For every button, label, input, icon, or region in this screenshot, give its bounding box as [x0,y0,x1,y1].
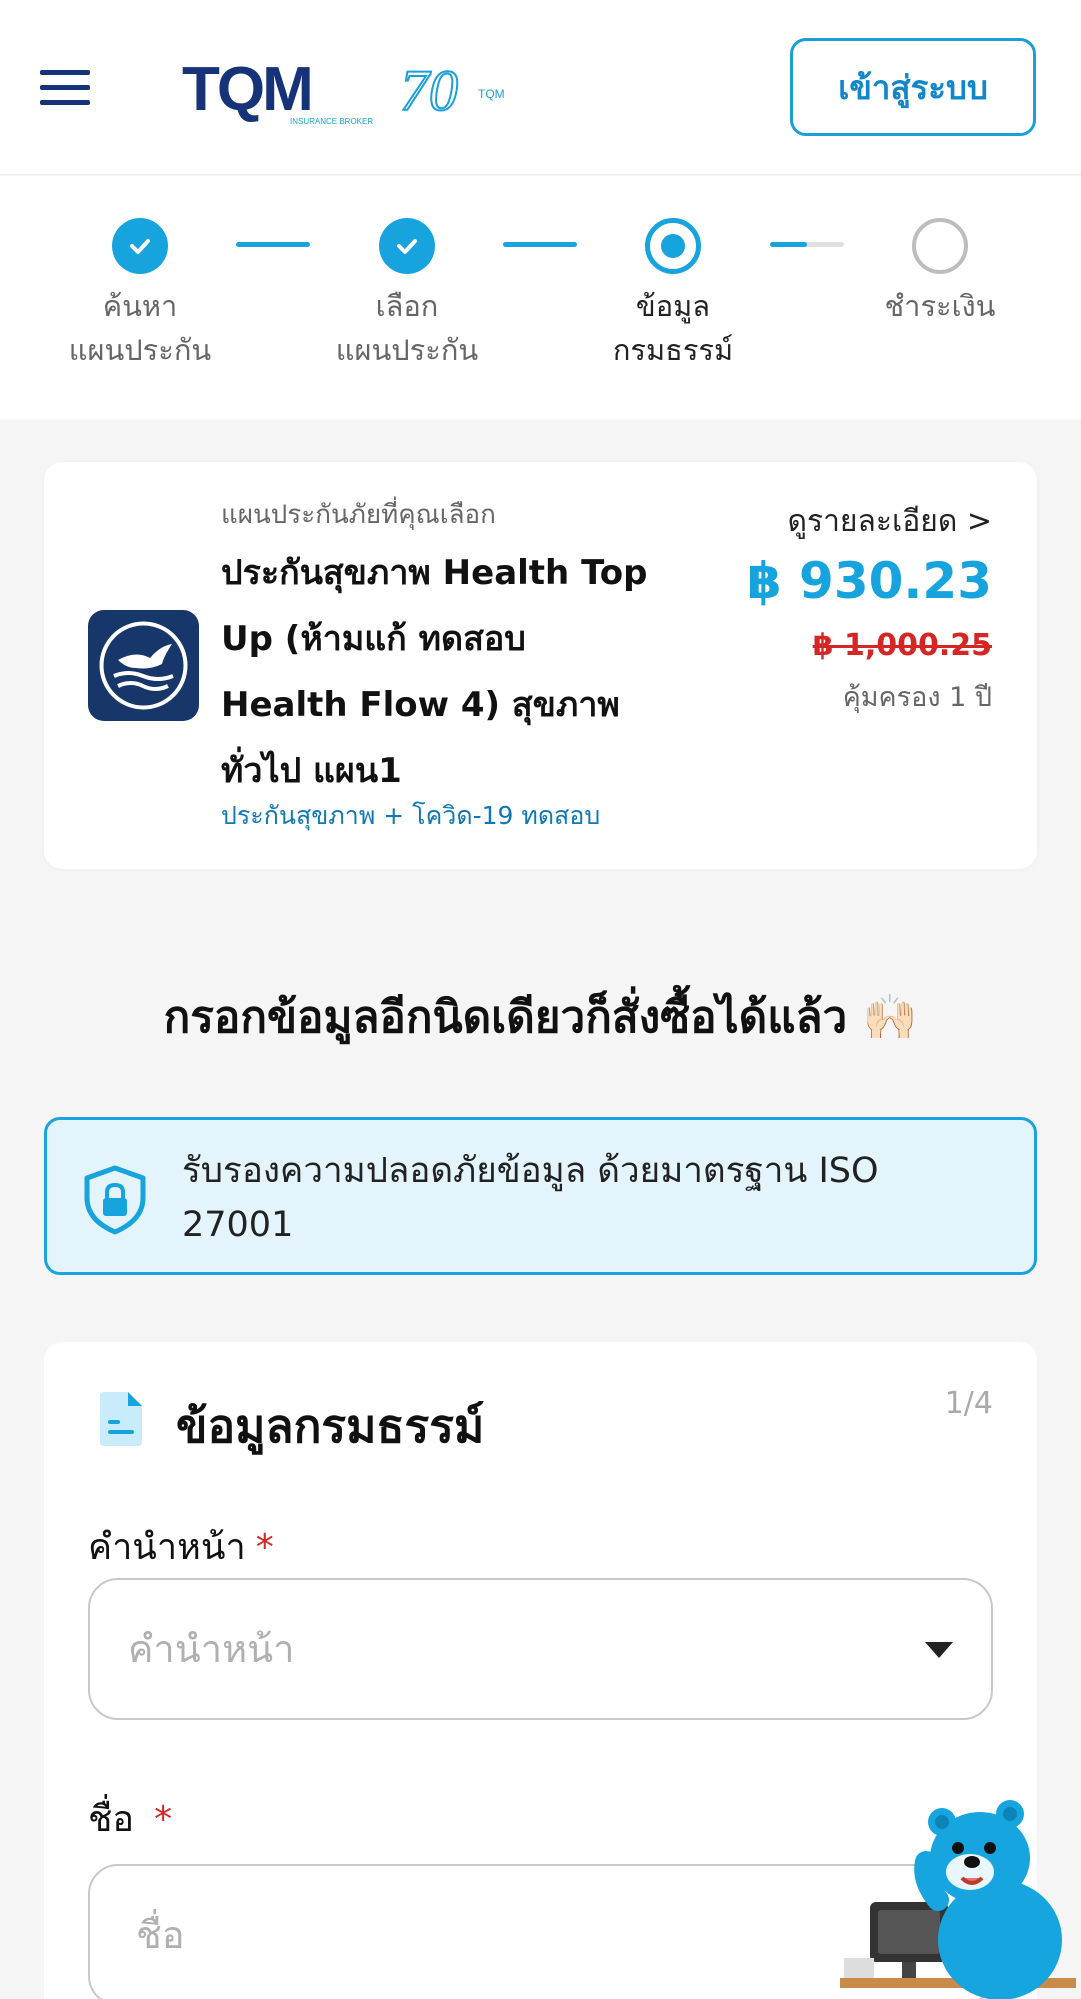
insurer-logo-icon [88,610,199,721]
hamburger-menu-icon[interactable] [40,70,92,106]
step-label: เลือก แผนประกัน [335,289,479,367]
plan-price: ฿ 930.23 [746,552,992,610]
login-button[interactable]: เข้าสู่ระบบ [790,38,1036,136]
check-icon [112,218,168,274]
form-step-indicator: 1/4 [944,1386,993,1421]
step-connector [503,242,577,247]
selected-plan-card: แผนประกันภัยที่คุณเลือก ประกันสุขภาพ Hea… [44,462,1037,869]
step-search-plan: ค้นหา แผนประกัน [20,218,260,372]
svg-text:70: 70 [400,58,458,123]
svg-text:INSURANCE BROKER: INSURANCE BROKER [290,117,373,126]
security-text: รับรองความปลอดภัยข้อมูล ด้วยมาตรฐาน ISO … [182,1151,879,1245]
progress-stepper: ค้นหา แผนประกัน เลือก แผนประกัน ข้อมูล ก… [0,176,1081,419]
step-connector [236,242,310,247]
check-icon [379,218,435,274]
step-connector [770,242,844,247]
step-choose-plan: เลือก แผนประกัน [287,218,527,372]
plan-coverage: คุ้มครอง 1 ปี [842,682,992,713]
plan-category: ประกันสุขภาพ + โควิด-19 ทดสอบ [221,801,601,830]
current-step-icon [645,218,701,274]
plan-caption: แผนประกันภัยที่คุณเลือก [221,500,496,530]
view-details-link[interactable]: ดูรายละเอียด > [787,498,992,545]
caret-down-icon[interactable] [925,1642,953,1658]
security-banner: รับรองความปลอดภัยข้อมูล ด้วยมาตรฐาน ISO … [44,1117,1037,1275]
plan-name: ประกันสุขภาพ Health Top Up (ห้ามแก้ ทดสอ… [221,553,648,791]
document-icon [100,1392,142,1446]
svg-text:TQM: TQM [182,55,311,124]
title-prefix-label: คำนำหน้า * [88,1527,274,1568]
first-name-label: ชื่อ * [88,1799,173,1840]
shield-lock-icon [84,1165,146,1235]
bear-mascot-chat-icon[interactable] [830,1800,1081,1999]
page-headline: กรอกข้อมูลอีกนิดเดียวก็สั่งซื้อได้แล้ว 🙌… [163,992,918,1043]
step-policy-info: ข้อมูล กรมธรรม์ [553,218,793,372]
form-title: ข้อมูลกรมธรรม์ [176,1399,485,1453]
step-label: ชำระเงิน [884,289,996,323]
title-prefix-input[interactable] [90,1580,991,1718]
plan-old-price: ฿ 1,000.25 [812,628,992,663]
step-label: ข้อมูล กรมธรรม์ [612,289,734,367]
pending-step-icon [912,218,968,274]
step-payment: ชำระเงิน [820,218,1060,328]
top-header: TQM INSURANCE BROKER 70 TQM เข้าสู่ระบบ [0,0,1081,175]
title-prefix-select[interactable] [88,1578,993,1720]
svg-text:TQM: TQM [478,87,505,101]
tqm-logo[interactable]: TQM INSURANCE BROKER 70 TQM [182,52,512,132]
step-label: ค้นหา แผนประกัน [68,289,212,367]
